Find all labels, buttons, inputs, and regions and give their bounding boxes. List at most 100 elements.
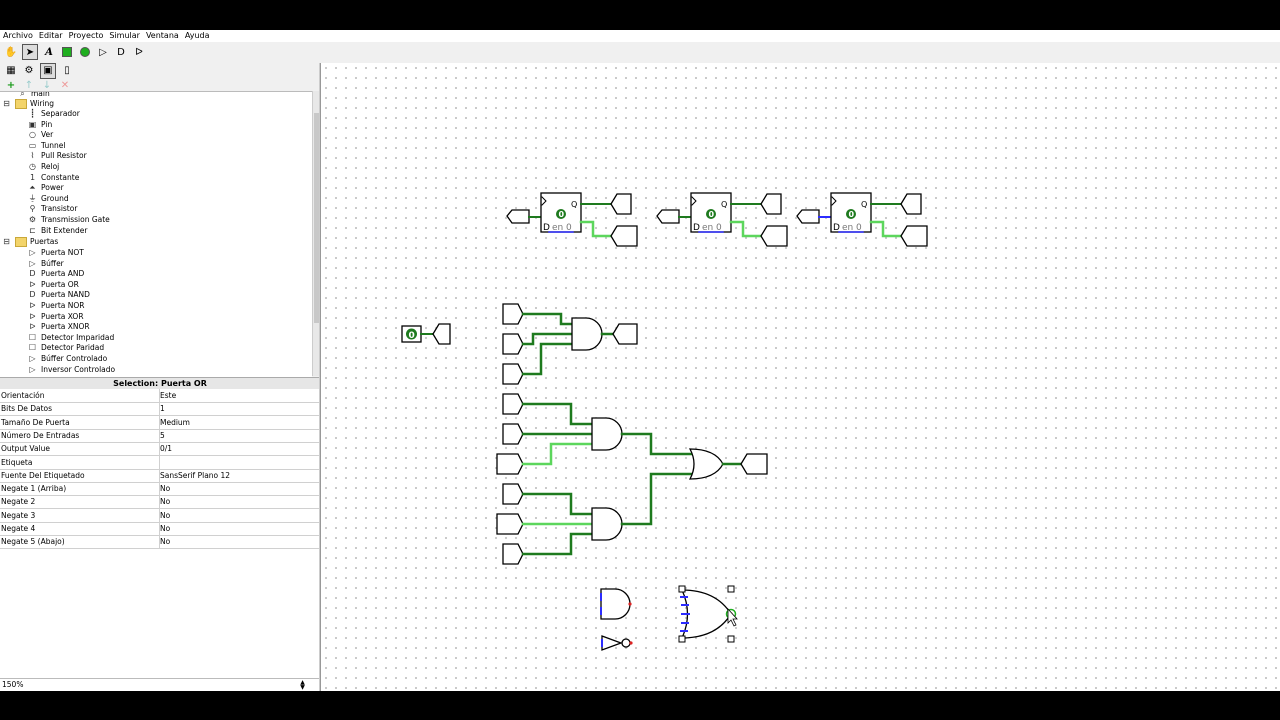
select-tool-icon[interactable]: ➤ bbox=[22, 44, 38, 60]
property-value[interactable]: No bbox=[160, 484, 318, 493]
flipflop-a[interactable]: QA 0 Q D en 0 A NA bbox=[506, 192, 638, 247]
add-circuit-icon[interactable]: + bbox=[4, 78, 18, 92]
and-gate-qb-1[interactable] bbox=[591, 417, 623, 451]
circuit-drawing[interactable]: QA 0 Q D en 0 A NA bbox=[321, 63, 1280, 691]
tree-item[interactable]: ▣ Pin bbox=[28, 120, 52, 130]
property-value[interactable]: No bbox=[160, 511, 318, 520]
tree-item[interactable]: ☐ Detector Imparidad bbox=[28, 333, 114, 343]
property-row[interactable]: Negate 2 No bbox=[0, 495, 320, 510]
property-value[interactable]: 5 bbox=[160, 431, 318, 440]
tree-item[interactable]: ᐅ Puerta XOR bbox=[28, 312, 83, 322]
collapse-icon[interactable]: ⊟ bbox=[2, 237, 11, 247]
constant-icon: 1 bbox=[29, 172, 36, 182]
menu-ayuda[interactable]: Ayuda bbox=[182, 30, 213, 42]
selection-handle[interactable] bbox=[678, 635, 686, 643]
property-row[interactable]: Negate 1 (Arriba) No bbox=[0, 482, 320, 497]
text-tool-icon[interactable]: A bbox=[42, 45, 56, 59]
and-gate-tool-icon[interactable]: D bbox=[114, 45, 128, 59]
menu-archivo[interactable]: Archivo bbox=[0, 30, 36, 42]
zoom-control[interactable]: 150% ▲ ▼ bbox=[0, 678, 320, 691]
toolbox-view-icon[interactable]: ▦ bbox=[4, 64, 18, 78]
property-value[interactable]: No bbox=[160, 537, 318, 546]
tree-item[interactable]: ᐅ Puerta OR bbox=[28, 280, 78, 290]
property-row[interactable]: Negate 5 (Abajo) No bbox=[0, 535, 320, 550]
tree-item[interactable]: ᐅ Puerta XNOR bbox=[28, 322, 89, 332]
selection-handle[interactable] bbox=[678, 585, 686, 593]
tree-item[interactable]: ⚙ Transmission Gate bbox=[28, 215, 110, 225]
menu-ventana[interactable]: Ventana bbox=[143, 30, 182, 42]
tree-item-main[interactable]: ⌕ main bbox=[18, 92, 50, 99]
property-row[interactable]: Número De Entradas 5 bbox=[0, 428, 320, 443]
property-value[interactable]: Este bbox=[160, 391, 318, 400]
property-row[interactable]: Negate 3 No bbox=[0, 508, 320, 523]
tree-item[interactable]: 1 Constante bbox=[28, 173, 79, 183]
or-gate-tool-icon[interactable]: ᐅ bbox=[132, 45, 146, 59]
pull-resistor-icon: ⌇ bbox=[30, 151, 35, 161]
tree-item[interactable]: ☐ Detector Paridad bbox=[28, 343, 104, 353]
hand-tool-icon[interactable]: ✋ bbox=[4, 45, 18, 59]
property-value[interactable]: Medium bbox=[160, 418, 318, 427]
delete-circuit-icon[interactable]: ✕ bbox=[58, 78, 72, 92]
menu-editar[interactable]: Editar bbox=[36, 30, 66, 42]
not-gate-tool-icon[interactable]: ▷ bbox=[96, 45, 110, 59]
tree-item[interactable]: ◷ Reloj bbox=[28, 162, 59, 172]
tree-item[interactable]: D Puerta NAND bbox=[28, 290, 89, 300]
selection-handle[interactable] bbox=[727, 635, 735, 643]
flipflop-b[interactable]: QB 0 Q D en 0 B NB bbox=[656, 192, 788, 247]
tree-item[interactable]: ▷ Puerta NOT bbox=[28, 248, 83, 258]
tree-item[interactable]: ▷ Búffer bbox=[28, 259, 63, 269]
or-gate-qb[interactable] bbox=[688, 448, 724, 480]
circuit-canvas[interactable]: QA 0 Q D en 0 A NA bbox=[320, 63, 1280, 691]
x-input-pin[interactable]: X 0 X bbox=[393, 323, 451, 345]
tree-item[interactable]: ⊏ Bit Extender bbox=[28, 226, 87, 236]
property-value[interactable]: SansSerif Plano 12 bbox=[160, 471, 318, 480]
tree-item[interactable]: ⚲ Transistor bbox=[28, 204, 78, 214]
tree-item[interactable]: ⏶ Power bbox=[28, 183, 63, 193]
tree-folder-puertas[interactable]: ⊟ Puertas bbox=[2, 237, 58, 247]
menu-proyecto[interactable]: Proyecto bbox=[66, 30, 107, 42]
property-value[interactable]: 0/1 bbox=[160, 444, 318, 453]
selection-handle[interactable] bbox=[727, 585, 735, 593]
collapse-icon[interactable]: ⊟ bbox=[2, 99, 11, 109]
and-gate-qa[interactable] bbox=[571, 317, 603, 351]
property-row[interactable]: Output Value 0/1 bbox=[0, 442, 320, 457]
tree-item[interactable]: ⏚ Ground bbox=[28, 194, 69, 204]
selected-or-gate[interactable] bbox=[678, 585, 738, 643]
tree-folder-wiring[interactable]: ⊟ Wiring bbox=[2, 99, 54, 109]
property-value[interactable]: 1 bbox=[160, 404, 318, 413]
tree-item[interactable]: ┋ Separador bbox=[28, 109, 80, 119]
tree-item[interactable]: ▭ Tunnel bbox=[28, 141, 66, 151]
tree-item[interactable]: ᐅ Puerta NOR bbox=[28, 301, 84, 311]
property-value[interactable]: No bbox=[160, 497, 318, 506]
flipflop-c[interactable]: QC 0 Q D en 0 C NC bbox=[796, 192, 928, 247]
tree-item[interactable]: ○ Ver bbox=[28, 130, 53, 140]
qa-logic[interactable]: X B C QA bbox=[502, 303, 638, 385]
property-row[interactable]: Fuente Del Etiquetado SansSerif Plano 12 bbox=[0, 468, 320, 483]
tree-item[interactable]: ⌇ Pull Resistor bbox=[28, 151, 87, 161]
simulation-view-icon[interactable]: ⚙ bbox=[22, 64, 36, 78]
move-down-icon[interactable]: ↓ bbox=[40, 78, 54, 92]
input-pin-tool-icon[interactable] bbox=[60, 45, 74, 59]
move-up-icon[interactable]: ↑ bbox=[22, 78, 36, 92]
clock-icon: ◷ bbox=[29, 162, 36, 171]
tree-item[interactable]: ▷ Inversor Controlado bbox=[28, 365, 115, 375]
and-gate-qb-2[interactable] bbox=[591, 507, 623, 541]
appearance-view-icon[interactable]: ▯ bbox=[60, 64, 74, 78]
loose-not-gate[interactable] bbox=[601, 635, 633, 651]
property-row[interactable]: Etiqueta bbox=[0, 455, 320, 470]
layout-view-icon[interactable]: ▣ bbox=[40, 62, 56, 79]
view-toolbar: ▦ ⚙ ▣ ▯ bbox=[0, 62, 320, 79]
probe-icon: ○ bbox=[29, 130, 36, 140]
tree-item[interactable]: ▷ Búffer Controlado bbox=[28, 354, 107, 364]
property-row[interactable]: Orientación Este bbox=[0, 389, 320, 403]
output-pin-tool-icon[interactable] bbox=[78, 45, 92, 59]
loose-and-gate[interactable] bbox=[600, 588, 632, 620]
tree-item[interactable]: D Puerta AND bbox=[28, 269, 84, 279]
property-row[interactable]: Negate 4 No bbox=[0, 522, 320, 536]
menu-simular[interactable]: Simular bbox=[106, 30, 143, 42]
property-value[interactable]: No bbox=[160, 524, 318, 533]
zoom-spinner-icon[interactable]: ▲ ▼ bbox=[298, 680, 307, 691]
property-row[interactable]: Bits De Datos 1 bbox=[0, 402, 320, 417]
qb-logic[interactable]: X B NC X NB C bbox=[496, 393, 768, 565]
property-row[interactable]: Tamaño De Puerta Medium bbox=[0, 415, 320, 430]
